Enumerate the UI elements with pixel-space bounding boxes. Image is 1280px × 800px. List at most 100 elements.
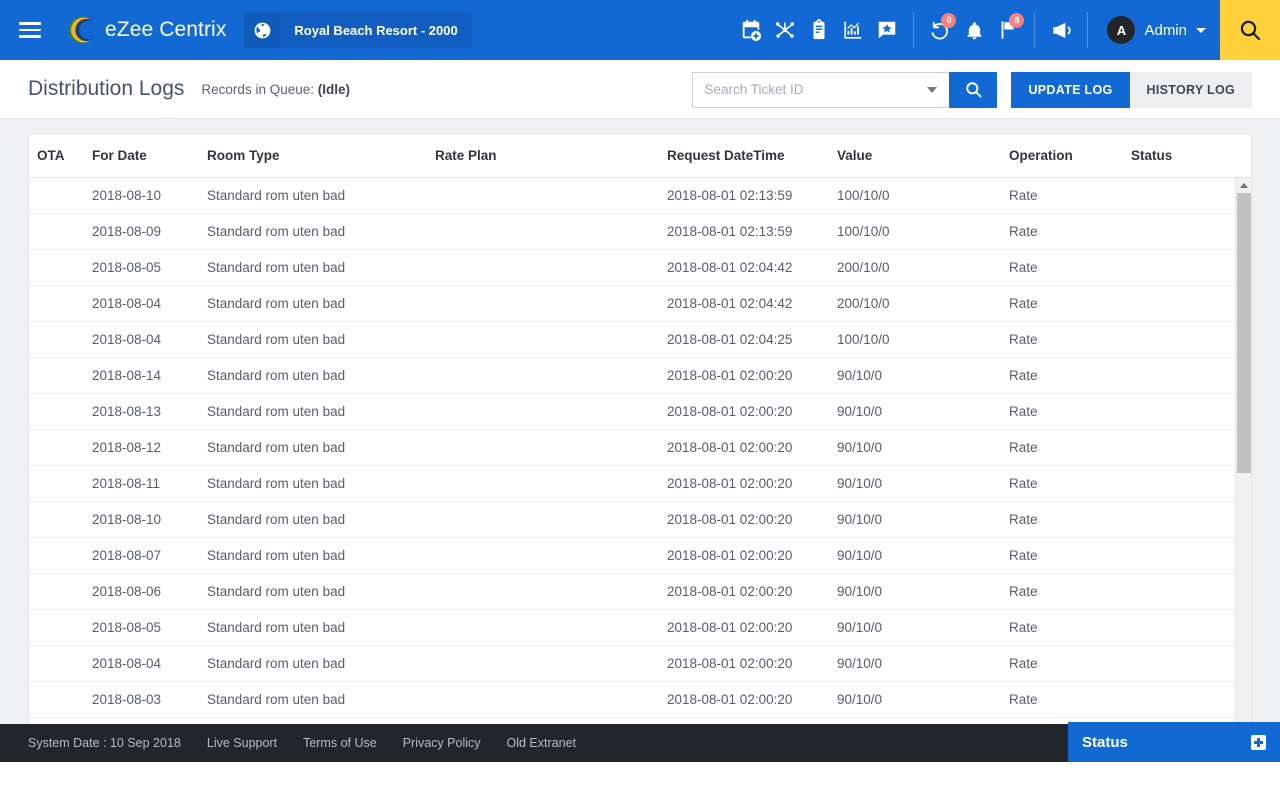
cell-operation: Rate	[1009, 620, 1038, 635]
table-row[interactable]: 2018-08-05 Standard rom uten bad 2018-08-0…	[29, 610, 1235, 646]
cell-request-datetime: 2018-08-01 02:13:59	[667, 224, 793, 239]
page-header-actions: UPDATE LOG HISTORY LOG	[692, 60, 1252, 119]
navbar-divider	[1034, 12, 1036, 48]
cell-for-date: 2018-08-04	[92, 656, 162, 671]
cell-room-type: Standard rom uten bad	[207, 692, 346, 707]
chevron-down-icon[interactable]	[927, 86, 938, 93]
brand-name: eZee Centrix	[105, 18, 227, 41]
brand-logo[interactable]: eZee Centrix	[60, 15, 226, 45]
table-row[interactable]: 2018-08-12 Standard rom uten bad 2018-08-0…	[29, 430, 1235, 466]
flag-icon[interactable]: 8	[991, 0, 1025, 60]
analytics-chart-icon[interactable]	[836, 0, 870, 60]
table-row[interactable]: 2018-08-09 Standard rom uten bad 2018-08-0…	[29, 214, 1235, 250]
hamburger-menu-icon[interactable]	[0, 0, 60, 60]
footer-link-terms-of-use[interactable]: Terms of Use	[303, 736, 377, 750]
cell-request-datetime: 2018-08-01 02:00:20	[667, 620, 793, 635]
cell-for-date: 2018-08-10	[92, 188, 162, 203]
cell-value: 90/10/0	[837, 368, 883, 383]
search-submit-button[interactable]	[949, 71, 998, 108]
records-in-queue-status: Records in Queue: (Idle)	[201, 82, 350, 97]
search-input[interactable]	[704, 82, 928, 97]
cell-room-type: Standard rom uten bad	[207, 368, 346, 383]
log-mode-buttons: UPDATE LOG HISTORY LOG	[1011, 71, 1252, 108]
page-header: Distribution Logs Records in Queue: (Idl…	[0, 60, 1280, 119]
cell-room-type: Standard rom uten bad	[207, 332, 346, 347]
scroll-up-arrow-icon[interactable]	[1235, 178, 1251, 193]
column-header-room-type: Room Type	[207, 148, 280, 163]
cell-room-type: Standard rom uten bad	[207, 260, 346, 275]
table-row[interactable]: 2018-08-10 Standard rom uten bad 2018-08-0…	[29, 178, 1235, 214]
cell-for-date: 2018-08-14	[92, 368, 162, 383]
cell-request-datetime: 2018-08-01 02:00:20	[667, 368, 793, 383]
update-log-button[interactable]: UPDATE LOG	[1011, 71, 1130, 108]
cell-operation: Rate	[1009, 584, 1038, 599]
distribution-logs-table-card: OTA For Date Room Type Rate Plan Request…	[28, 133, 1252, 747]
footer-link-live-support[interactable]: Live Support	[207, 736, 277, 750]
table-row[interactable]: 2018-08-10 Standard rom uten bad 2018-08-0…	[29, 502, 1235, 538]
table-row[interactable]: 2018-08-04 Standard rom uten bad 2018-08-0…	[29, 646, 1235, 682]
cell-for-date: 2018-08-11	[92, 476, 161, 491]
table-row[interactable]: 2018-08-07 Standard rom uten bad 2018-08-0…	[29, 538, 1235, 574]
column-header-status: Status	[1131, 148, 1173, 163]
table-row[interactable]: 2018-08-14 Standard rom uten bad 2018-08-0…	[29, 358, 1235, 394]
navbar-divider	[1087, 12, 1089, 48]
cell-for-date: 2018-08-09	[92, 224, 162, 239]
page-title: Distribution Logs	[28, 77, 185, 100]
cell-value: 200/10/0	[837, 296, 890, 311]
footer-link-old-extranet[interactable]: Old Extranet	[507, 736, 576, 750]
cell-for-date: 2018-08-06	[92, 584, 162, 599]
hamburger-bar	[19, 22, 41, 25]
cell-request-datetime: 2018-08-01 02:00:20	[667, 512, 793, 527]
cell-operation: Rate	[1009, 512, 1038, 527]
table-row[interactable]: 2018-08-05 Standard rom uten bad 2018-08-0…	[29, 250, 1235, 286]
scrollbar-track[interactable]	[1236, 193, 1252, 731]
cell-value: 90/10/0	[837, 656, 883, 671]
property-selector[interactable]: Royal Beach Resort - 2000	[244, 12, 472, 48]
scrollbar-thumb[interactable]	[1236, 193, 1251, 473]
footer-link-privacy-policy[interactable]: Privacy Policy	[403, 736, 481, 750]
megaphone-icon[interactable]	[1044, 0, 1078, 60]
table-vertical-scrollbar[interactable]	[1235, 178, 1251, 746]
cell-operation: Rate	[1009, 440, 1038, 455]
cell-value: 100/10/0	[837, 224, 890, 239]
activity-history-icon[interactable]: 0	[923, 0, 957, 60]
history-log-button[interactable]: HISTORY LOG	[1129, 71, 1252, 108]
cell-room-type: Standard rom uten bad	[207, 296, 346, 311]
hamburger-bar	[19, 28, 41, 32]
search-input-wrapper[interactable]	[692, 71, 950, 108]
cell-operation: Rate	[1009, 404, 1038, 419]
table-row[interactable]: 2018-08-03 Standard rom uten bad 2018-08-0…	[29, 682, 1235, 718]
queue-label: Records in Queue:	[201, 81, 318, 97]
bell-notification-icon[interactable]	[957, 0, 991, 60]
cell-room-type: Standard rom uten bad	[207, 512, 346, 527]
cell-request-datetime: 2018-08-01 02:13:59	[667, 188, 793, 203]
calendar-add-icon[interactable]	[734, 0, 768, 60]
cell-request-datetime: 2018-08-01 02:00:20	[667, 440, 793, 455]
table-row[interactable]: 2018-08-11 Standard rom uten bad 2018-08-0…	[29, 466, 1235, 502]
network-share-icon[interactable]	[768, 0, 802, 60]
expand-plus-icon[interactable]	[1251, 734, 1266, 750]
cell-room-type: Standard rom uten bad	[207, 548, 346, 563]
avatar: A	[1107, 16, 1136, 44]
table-row[interactable]: 2018-08-06 Standard rom uten bad 2018-08-0…	[29, 574, 1235, 610]
user-menu[interactable]: A Admin	[1097, 0, 1220, 60]
cell-room-type: Standard rom uten bad	[207, 656, 346, 671]
status-panel[interactable]: Status	[1068, 722, 1280, 762]
clipboard-icon[interactable]	[802, 0, 836, 60]
global-search-button[interactable]	[1220, 0, 1280, 60]
cell-for-date: 2018-08-05	[92, 620, 162, 635]
cell-room-type: Standard rom uten bad	[207, 584, 346, 599]
table-row[interactable]: 2018-08-04 Standard rom uten bad 2018-08-0…	[29, 322, 1235, 358]
cell-value: 90/10/0	[837, 584, 883, 599]
column-header-request-datetime: Request DateTime	[667, 148, 785, 163]
chevron-down-icon	[1196, 27, 1206, 33]
table-row[interactable]: 2018-08-13 Standard rom uten bad 2018-08-0…	[29, 394, 1235, 430]
column-header-ota: OTA	[37, 148, 65, 163]
cell-request-datetime: 2018-08-01 02:00:20	[667, 692, 793, 707]
ezee-logo-icon	[66, 15, 96, 45]
table-row[interactable]: 2018-08-04 Standard rom uten bad 2018-08-0…	[29, 286, 1235, 322]
cell-room-type: Standard rom uten bad	[207, 404, 346, 419]
cell-for-date: 2018-08-04	[92, 296, 162, 311]
review-star-icon[interactable]	[870, 0, 904, 60]
column-header-value: Value	[837, 148, 873, 163]
